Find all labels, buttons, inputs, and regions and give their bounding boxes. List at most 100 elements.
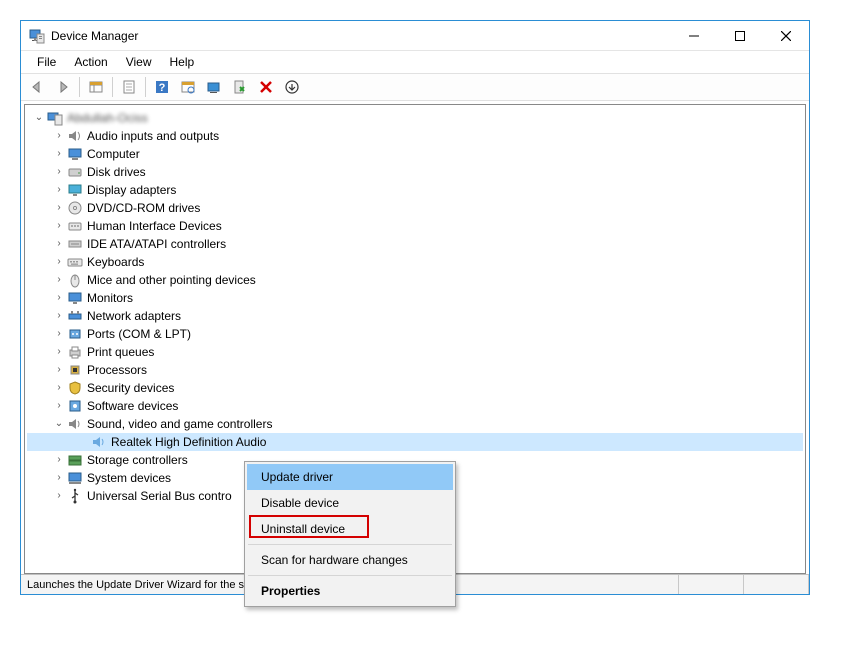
expander-icon[interactable]: › <box>53 163 65 181</box>
tree-node-label: Universal Serial Bus controllers <box>87 487 232 505</box>
context-scan-hardware[interactable]: Scan for hardware changes <box>247 547 453 573</box>
tree-category[interactable]: › Security devices <box>27 379 803 397</box>
tree-category[interactable]: ›Network adapters <box>27 307 803 325</box>
expander-icon[interactable]: › <box>53 199 65 217</box>
context-properties[interactable]: Properties <box>247 578 453 604</box>
expander-icon[interactable]: ⌄ <box>53 415 65 433</box>
expander-icon[interactable]: › <box>53 217 65 235</box>
storage-icon <box>67 452 83 468</box>
tree-node-label: Monitors <box>87 289 133 307</box>
tree-node-label: Sound, video and game controllers <box>87 415 272 433</box>
expander-icon[interactable]: › <box>53 127 65 145</box>
tree-category[interactable]: › Keyboards <box>27 253 803 271</box>
tree-category[interactable]: › Display adapters <box>27 181 803 199</box>
expander-icon[interactable]: › <box>53 379 65 397</box>
expander-icon[interactable]: › <box>53 343 65 361</box>
ports-icon <box>67 326 83 342</box>
tree-category[interactable]: ›Software devices <box>27 397 803 415</box>
tree-category-expanded[interactable]: ⌄ Sound, video and game controllers <box>27 415 803 433</box>
tree-category[interactable]: › Monitors <box>27 289 803 307</box>
help-button[interactable]: ? <box>150 76 174 98</box>
tree-node-label: Ports (COM & LPT) <box>87 325 191 343</box>
tree-node-label: Processors <box>87 361 147 379</box>
tree-category[interactable]: › Ports (COM & LPT) <box>27 325 803 343</box>
tree-device-selected[interactable]: Realtek High Definition Audio <box>27 433 803 451</box>
expander-icon[interactable]: › <box>53 451 65 469</box>
software-icon <box>67 398 83 414</box>
back-button[interactable] <box>25 76 49 98</box>
menu-file[interactable]: File <box>29 53 64 71</box>
minimize-button[interactable] <box>671 21 717 50</box>
tree-node-label: Print queues <box>87 343 154 361</box>
status-cell <box>679 575 744 594</box>
toolbar-separator <box>79 77 80 97</box>
scan-hardware-button[interactable] <box>176 76 200 98</box>
enable-button[interactable] <box>280 76 304 98</box>
tree-node-label: Keyboards <box>87 253 144 271</box>
context-uninstall-device[interactable]: Uninstall device <box>247 516 453 542</box>
menu-view[interactable]: View <box>118 53 160 71</box>
audio-icon <box>67 128 83 144</box>
hid-icon <box>67 218 83 234</box>
expander-icon[interactable]: › <box>53 235 65 253</box>
network-icon <box>67 308 83 324</box>
expander-icon[interactable]: › <box>53 253 65 271</box>
close-button[interactable] <box>763 21 809 50</box>
svg-text:?: ? <box>159 82 166 94</box>
usb-icon <box>67 488 83 504</box>
expander-icon[interactable]: › <box>53 271 65 289</box>
tree-category[interactable]: › Audio inputs and outputs <box>27 127 803 145</box>
tree-node-label: Realtek High Definition Audio <box>111 433 266 451</box>
context-disable-device[interactable]: Disable device <box>247 490 453 516</box>
tree-node-label: Security devices <box>87 379 174 397</box>
expander-icon[interactable]: › <box>53 361 65 379</box>
expander-icon[interactable]: › <box>53 325 65 343</box>
expander-icon[interactable]: › <box>53 145 65 163</box>
expander-icon[interactable]: ⌄ <box>33 109 45 127</box>
tree-node-label: Disk drives <box>87 163 146 181</box>
tree-node-label: Computer <box>87 145 140 163</box>
tree-category[interactable]: › Computer <box>27 145 803 163</box>
tree-category[interactable]: › Mice and other pointing devices <box>27 271 803 289</box>
context-separator <box>248 544 452 545</box>
menu-help[interactable]: Help <box>162 53 203 71</box>
expander-icon[interactable]: › <box>53 397 65 415</box>
show-hide-tree-button[interactable] <box>84 76 108 98</box>
tree-category[interactable]: › Processors <box>27 361 803 379</box>
maximize-button[interactable] <box>717 21 763 50</box>
tree-node-label: Mice and other pointing devices <box>87 271 256 289</box>
keyboard-icon <box>67 254 83 270</box>
update-driver-button[interactable] <box>202 76 226 98</box>
tree-node-label: Storage controllers <box>87 451 188 469</box>
expander-icon[interactable]: › <box>53 469 65 487</box>
status-cell <box>744 575 809 594</box>
security-icon <box>67 380 83 396</box>
tree-node-label: Display adapters <box>87 181 176 199</box>
printer-icon <box>67 344 83 360</box>
device-manager-window: Device Manager File Action View Help ? <box>20 20 810 595</box>
expander-icon[interactable]: › <box>53 307 65 325</box>
menu-bar: File Action View Help <box>21 51 809 73</box>
pc-icon <box>47 110 63 126</box>
expander-icon[interactable]: › <box>53 289 65 307</box>
tree-category[interactable]: ›Human Interface Devices <box>27 217 803 235</box>
properties-button[interactable] <box>117 76 141 98</box>
mouse-icon <box>67 272 83 288</box>
uninstall-button[interactable] <box>228 76 252 98</box>
expander-icon[interactable]: › <box>53 181 65 199</box>
tree-category[interactable]: ›IDE ATA/ATAPI controllers <box>27 235 803 253</box>
tree-category[interactable]: › DVD/CD-ROM drives <box>27 199 803 217</box>
window-title: Device Manager <box>51 29 138 43</box>
context-update-driver[interactable]: Update driver <box>247 464 453 490</box>
cpu-icon <box>67 362 83 378</box>
forward-button[interactable] <box>51 76 75 98</box>
tree-node-label: Audio inputs and outputs <box>87 127 219 145</box>
expander-icon[interactable]: › <box>53 487 65 505</box>
tree-root[interactable]: ⌄Abdullah-Ociss <box>27 109 803 127</box>
menu-action[interactable]: Action <box>66 53 115 71</box>
tree-category[interactable]: › Disk drives <box>27 163 803 181</box>
speaker-icon <box>91 434 107 450</box>
tree-category[interactable]: › Print queues <box>27 343 803 361</box>
disable-button[interactable] <box>254 76 278 98</box>
tree-node-label: DVD/CD-ROM drives <box>87 199 200 217</box>
